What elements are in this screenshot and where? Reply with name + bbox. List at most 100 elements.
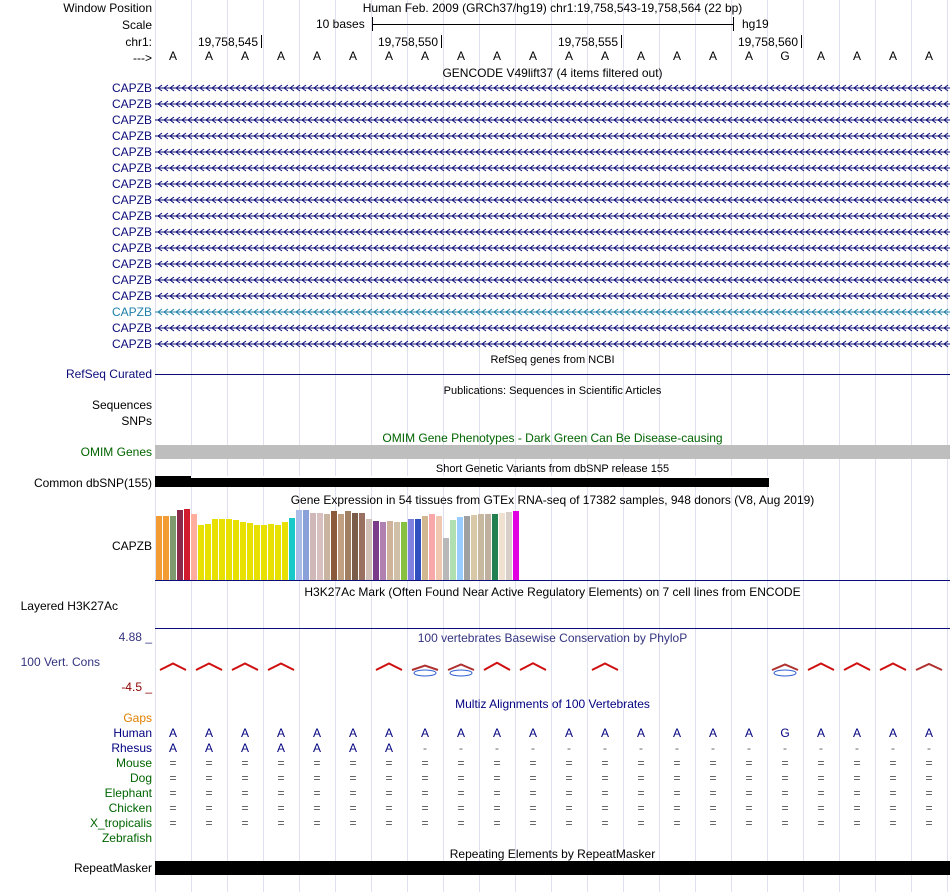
- gtex-tissue-bar[interactable]: [226, 519, 232, 580]
- gtex-tissue-bar[interactable]: [205, 524, 211, 580]
- gencode-transcript-line[interactable]: [155, 163, 950, 173]
- gencode-transcript-line[interactable]: [155, 147, 950, 157]
- gtex-tissue-bar[interactable]: [429, 514, 435, 580]
- gtex-tissue-bar[interactable]: [338, 514, 344, 580]
- gencode-transcript-line[interactable]: [155, 259, 950, 269]
- gencode-transcript-label[interactable]: CAPZB: [112, 145, 152, 159]
- gtex-tissue-bar[interactable]: [436, 516, 442, 580]
- gencode-transcript-label[interactable]: CAPZB: [112, 113, 152, 127]
- gtex-tissue-bar[interactable]: [478, 514, 484, 580]
- gtex-tissue-bar[interactable]: [289, 518, 295, 580]
- gencode-transcript-line[interactable]: [155, 195, 950, 205]
- gtex-tissue-bar[interactable]: [233, 520, 239, 580]
- h3k27ac-track-label[interactable]: Layered H3K27Ac: [21, 599, 118, 613]
- refseq-track-label[interactable]: RefSeq Curated: [66, 367, 152, 381]
- gtex-tissue-bar[interactable]: [324, 514, 330, 580]
- gtex-tissue-bar[interactable]: [443, 538, 449, 580]
- gtex-tissue-bar[interactable]: [317, 513, 323, 580]
- gtex-tissue-bar[interactable]: [471, 515, 477, 580]
- gencode-transcript-label[interactable]: CAPZB: [112, 177, 152, 191]
- gencode-transcript-label[interactable]: CAPZB: [112, 289, 152, 303]
- gencode-transcript-label[interactable]: CAPZB: [112, 225, 152, 239]
- gencode-transcript-line[interactable]: [155, 323, 950, 333]
- gencode-transcript-line[interactable]: [155, 179, 950, 189]
- gtex-tissue-bar[interactable]: [422, 516, 428, 580]
- gencode-transcript-line[interactable]: [155, 227, 950, 237]
- gencode-transcript-line[interactable]: [155, 99, 950, 109]
- gtex-tissue-bar[interactable]: [219, 519, 225, 580]
- cons-track-label[interactable]: 100 Vert. Cons: [21, 655, 100, 669]
- gencode-transcript-label[interactable]: CAPZB: [112, 257, 152, 271]
- gencode-transcript-line[interactable]: [155, 275, 950, 285]
- gtex-tissue-bar[interactable]: [156, 516, 162, 580]
- gtex-tissue-bar[interactable]: [170, 516, 176, 580]
- gtex-tissue-bar[interactable]: [366, 519, 372, 580]
- repeatmasker-track-label[interactable]: RepeatMasker: [74, 861, 152, 875]
- gtex-tissue-bar[interactable]: [394, 522, 400, 580]
- omim-track-label[interactable]: OMIM Genes: [81, 445, 152, 459]
- gtex-tissue-bar[interactable]: [310, 513, 316, 580]
- gencode-transcript-label[interactable]: CAPZB: [112, 337, 152, 351]
- gencode-transcript-label[interactable]: CAPZB: [112, 129, 152, 143]
- multiz-species-label[interactable]: Human: [113, 726, 152, 740]
- gencode-transcript-line[interactable]: [155, 291, 950, 301]
- gtex-tissue-bar[interactable]: [198, 525, 204, 580]
- gtex-track-label[interactable]: CAPZB: [112, 539, 152, 553]
- gtex-tissue-bar[interactable]: [261, 525, 267, 580]
- gencode-transcript-label[interactable]: CAPZB: [112, 81, 152, 95]
- multiz-species-label[interactable]: X_tropicalis: [90, 816, 152, 830]
- gtex-tissue-bar[interactable]: [282, 522, 288, 580]
- gtex-tissue-bar[interactable]: [163, 516, 169, 580]
- gtex-tissue-bar[interactable]: [240, 522, 246, 580]
- gtex-tissue-bar[interactable]: [499, 513, 505, 580]
- gencode-transcript-label[interactable]: CAPZB: [112, 305, 152, 319]
- multiz-species-label[interactable]: Rhesus: [111, 741, 152, 755]
- gtex-tissue-bar[interactable]: [247, 523, 253, 580]
- conservation-logo-plot[interactable]: [155, 650, 950, 690]
- browser-image-panel[interactable]: Human Feb. 2009 (GRCh37/hg19) chr1:19,75…: [155, 0, 950, 892]
- gtex-tissue-bar[interactable]: [352, 513, 358, 580]
- gtex-tissue-bar[interactable]: [380, 522, 386, 580]
- gencode-transcript-line[interactable]: [155, 243, 950, 253]
- gencode-transcript-label[interactable]: CAPZB: [112, 241, 152, 255]
- gtex-tissue-bar[interactable]: [254, 525, 260, 580]
- gtex-tissue-bar[interactable]: [191, 514, 197, 580]
- gtex-tissue-bar[interactable]: [415, 519, 421, 580]
- gencode-transcript-label[interactable]: CAPZB: [112, 161, 152, 175]
- gtex-tissue-bar[interactable]: [345, 511, 351, 580]
- gtex-tissue-bar[interactable]: [212, 519, 218, 580]
- gtex-tissue-bar[interactable]: [492, 514, 498, 580]
- gtex-tissue-bar[interactable]: [296, 510, 302, 580]
- gtex-tissue-bar[interactable]: [359, 513, 365, 580]
- gtex-tissue-bar[interactable]: [373, 521, 379, 580]
- multiz-species-label[interactable]: Mouse: [116, 756, 152, 770]
- multiz-species-label[interactable]: Chicken: [109, 801, 152, 815]
- gtex-expression-bars[interactable]: [155, 505, 950, 580]
- gencode-transcript-label[interactable]: CAPZB: [112, 273, 152, 287]
- gtex-tissue-bar[interactable]: [387, 521, 393, 580]
- gencode-transcript-label[interactable]: CAPZB: [112, 209, 152, 223]
- multiz-species-label[interactable]: Zebrafish: [102, 831, 152, 845]
- gencode-transcript-line[interactable]: [155, 339, 950, 349]
- multiz-species-label[interactable]: Elephant: [105, 786, 152, 800]
- gencode-transcript-line[interactable]: [155, 307, 950, 317]
- gencode-transcript-line[interactable]: [155, 211, 950, 221]
- sequences-track-label[interactable]: Sequences: [92, 398, 152, 412]
- gtex-tissue-bar[interactable]: [184, 509, 190, 580]
- gencode-transcript-line[interactable]: [155, 131, 950, 141]
- omim-gene-bar[interactable]: [155, 445, 950, 459]
- repeatmasker-element-bar[interactable]: [155, 861, 950, 875]
- gencode-transcript-label[interactable]: CAPZB: [112, 97, 152, 111]
- gencode-transcript-label[interactable]: CAPZB: [112, 193, 152, 207]
- snps-track-label[interactable]: SNPs: [121, 414, 152, 428]
- gtex-tissue-bar[interactable]: [506, 512, 512, 580]
- gtex-tissue-bar[interactable]: [513, 511, 519, 580]
- gencode-transcript-line[interactable]: [155, 115, 950, 125]
- gtex-tissue-bar[interactable]: [464, 516, 470, 580]
- multiz-species-label[interactable]: Dog: [130, 771, 152, 785]
- dbsnp-track-label[interactable]: Common dbSNP(155): [34, 476, 152, 490]
- gtex-tissue-bar[interactable]: [275, 525, 281, 580]
- gtex-tissue-bar[interactable]: [401, 522, 407, 580]
- gtex-tissue-bar[interactable]: [331, 511, 337, 580]
- gtex-tissue-bar[interactable]: [408, 519, 414, 580]
